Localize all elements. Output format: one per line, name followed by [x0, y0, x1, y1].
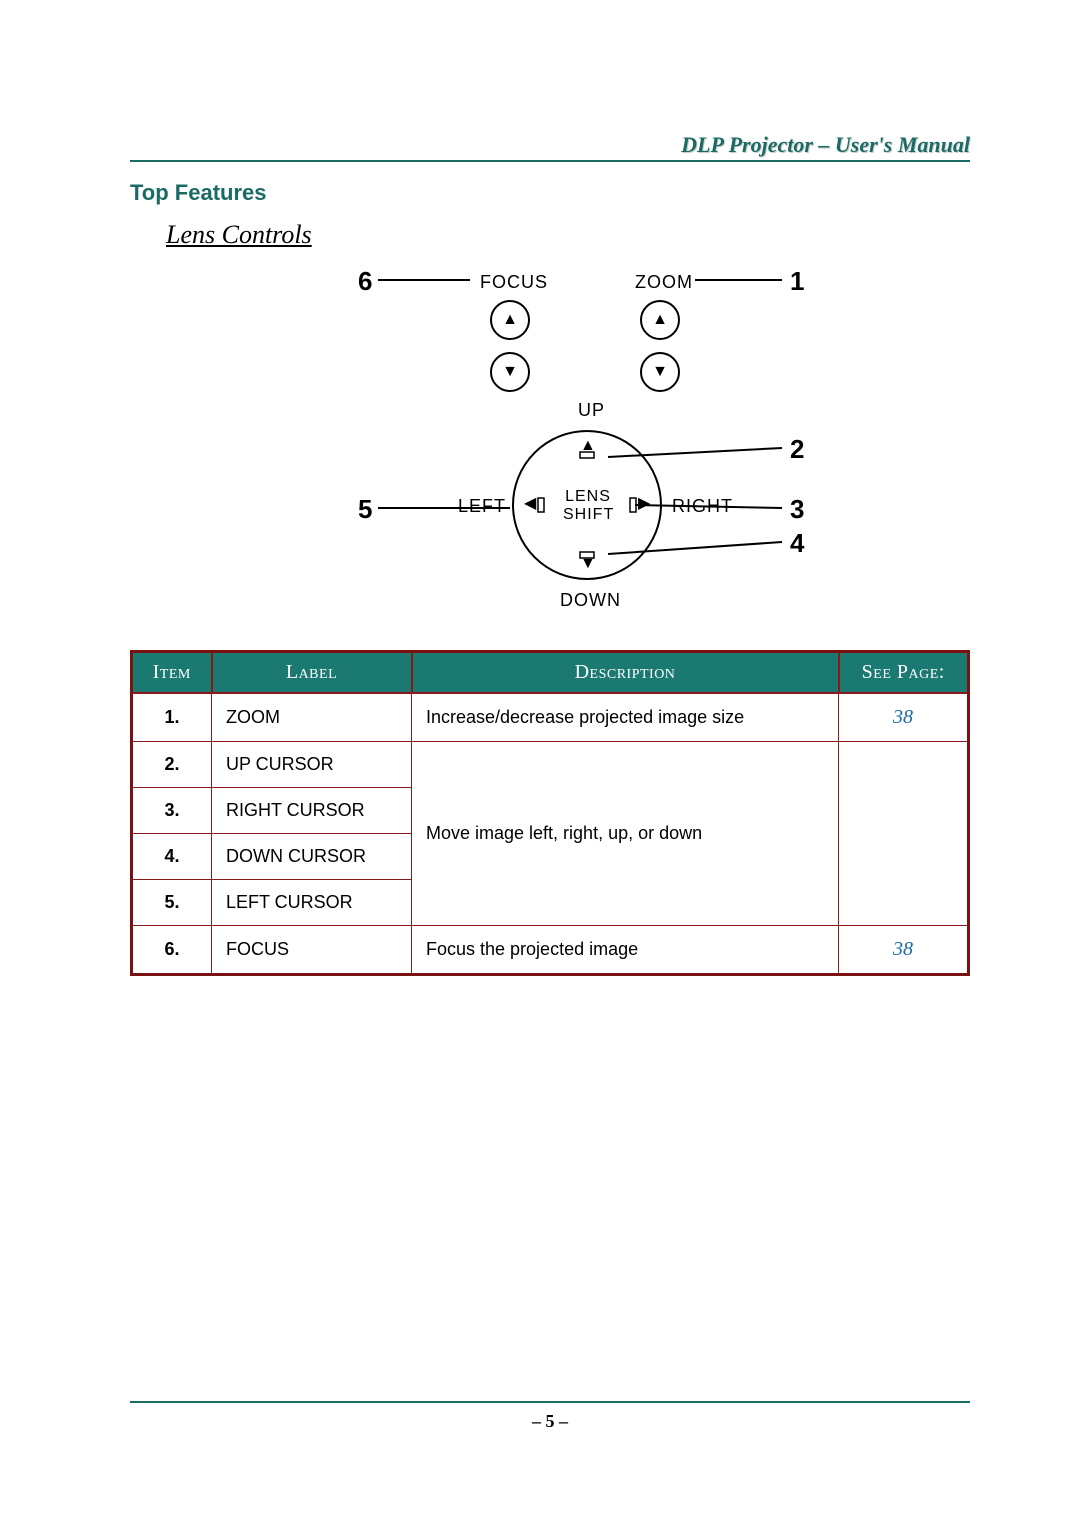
- triangle-left-icon: ◀: [524, 496, 536, 512]
- table-row: 6. FOCUS Focus the projected image 38: [132, 926, 969, 975]
- zoom-up-button[interactable]: ▲: [640, 300, 680, 340]
- cell-item: 2.: [132, 742, 212, 788]
- label-down: DOWN: [560, 590, 621, 611]
- features-table: Item Label Description See Page: 1. ZOOM…: [130, 650, 970, 976]
- subsection-title: Lens Controls: [166, 220, 970, 250]
- cell-description-merged: Move image left, right, up, or down: [412, 742, 839, 926]
- cell-see-page[interactable]: 38: [839, 693, 969, 742]
- col-label: Label: [212, 652, 412, 694]
- label-left: LEFT: [458, 496, 506, 517]
- col-item: Item: [132, 652, 212, 694]
- table-row: 1. ZOOM Increase/decrease projected imag…: [132, 693, 969, 742]
- cell-description: Focus the projected image: [412, 926, 839, 975]
- cell-label: DOWN CURSOR: [212, 834, 412, 880]
- cell-label: RIGHT CURSOR: [212, 788, 412, 834]
- cell-label: FOCUS: [212, 926, 412, 975]
- manual-title: DLP Projector – User's Manual: [681, 132, 970, 158]
- triangle-down-icon: ▼: [502, 364, 518, 380]
- cell-item: 3.: [132, 788, 212, 834]
- triangle-down-icon: ▼: [580, 556, 596, 572]
- lens-controls-diagram: FOCUS ZOOM 6 1 2 3 4 5 ▲ ▼ ▲ ▼ UP ▲ ▼ ◀ …: [280, 260, 980, 630]
- cell-item: 1.: [132, 693, 212, 742]
- table-header-row: Item Label Description See Page:: [132, 652, 969, 694]
- cell-see-page[interactable]: 38: [839, 926, 969, 975]
- header-rule: DLP Projector – User's Manual: [130, 160, 970, 162]
- page-number: – 5 –: [532, 1411, 568, 1431]
- col-description: Description: [412, 652, 839, 694]
- section-title: Top Features: [130, 180, 970, 206]
- cell-label: UP CURSOR: [212, 742, 412, 788]
- page-footer: – 5 –: [130, 1401, 970, 1432]
- cell-item: 6.: [132, 926, 212, 975]
- focus-down-button[interactable]: ▼: [490, 352, 530, 392]
- cell-description: Increase/decrease projected image size: [412, 693, 839, 742]
- triangle-down-icon: ▼: [652, 364, 668, 380]
- label-lens: LENS: [563, 488, 613, 506]
- label-up: UP: [578, 400, 605, 421]
- table-row: 2. UP CURSOR Move image left, right, up,…: [132, 742, 969, 788]
- label-shift: SHIFT: [563, 506, 613, 524]
- triangle-up-icon: ▲: [580, 438, 596, 454]
- triangle-right-icon: ▶: [638, 496, 650, 512]
- label-right: RIGHT: [672, 496, 733, 517]
- label-lens-shift: LENS SHIFT: [563, 488, 613, 523]
- focus-up-button[interactable]: ▲: [490, 300, 530, 340]
- triangle-up-icon: ▲: [652, 312, 668, 328]
- cell-see-page-merged: [839, 742, 969, 926]
- cell-item: 4.: [132, 834, 212, 880]
- cell-label: ZOOM: [212, 693, 412, 742]
- triangle-up-icon: ▲: [502, 312, 518, 328]
- cell-item: 5.: [132, 880, 212, 926]
- cell-label: LEFT CURSOR: [212, 880, 412, 926]
- zoom-down-button[interactable]: ▼: [640, 352, 680, 392]
- col-see-page: See Page:: [839, 652, 969, 694]
